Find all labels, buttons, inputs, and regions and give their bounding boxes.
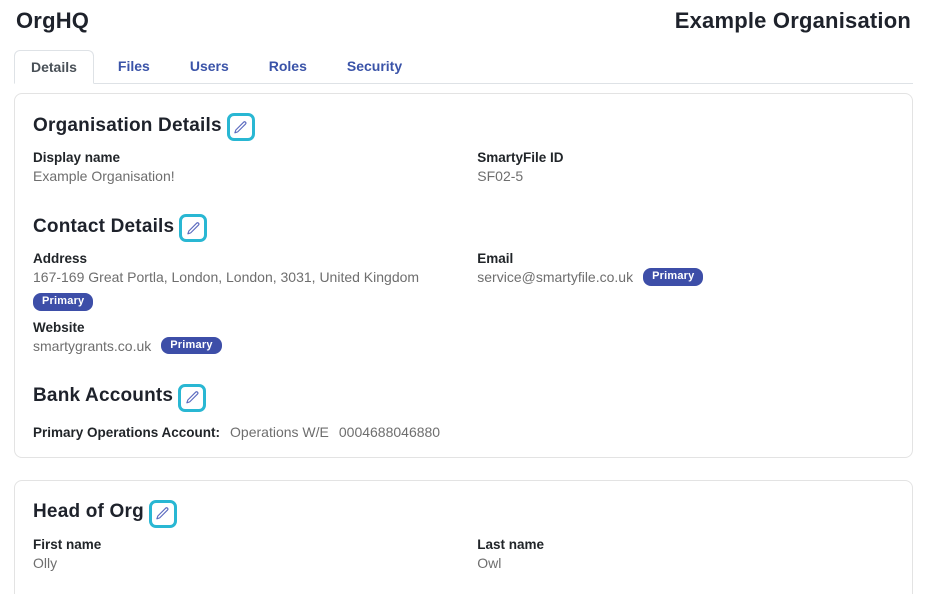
address-primary-badge: Primary	[33, 293, 93, 311]
edit-bank-accounts-button[interactable]	[178, 384, 206, 412]
smartyfile-id-label: SmartyFile ID	[477, 149, 894, 166]
email-primary-badge: Primary	[643, 268, 703, 286]
organisation-title: Example Organisation	[675, 8, 911, 34]
section-head-of-org: Head of Org First name Olly Last name	[33, 497, 894, 572]
tab-users[interactable]: Users	[174, 50, 245, 84]
display-name-value: Example Organisation!	[33, 167, 477, 185]
tab-roles[interactable]: Roles	[253, 50, 323, 84]
account-number: 0004688046880	[339, 424, 440, 440]
edit-organisation-details-button[interactable]	[227, 113, 255, 141]
tab-details[interactable]: Details	[14, 50, 94, 84]
organisation-card: Organisation Details Display name Exampl…	[14, 93, 913, 458]
email-value: service@smartyfile.co.uk	[477, 268, 633, 286]
display-name-label: Display name	[33, 149, 477, 166]
bank-accounts-heading: Bank Accounts	[33, 383, 173, 409]
last-name-label: Last name	[477, 536, 894, 553]
primary-operations-account-row: Primary Operations Account: Operations W…	[33, 424, 894, 441]
last-name-field: Last name Owl	[477, 536, 894, 572]
email-label: Email	[477, 250, 894, 267]
organisation-details-heading: Organisation Details	[33, 113, 222, 139]
app-title: OrgHQ	[16, 8, 89, 34]
first-name-field: First name Olly	[33, 536, 477, 572]
website-field: Website smartygrants.co.uk Primary	[33, 319, 477, 355]
website-value: smartygrants.co.uk	[33, 337, 151, 355]
email-field: Email service@smartyfile.co.uk Primary	[477, 250, 894, 286]
section-bank-accounts: Bank Accounts Primary Operations Account…	[33, 381, 894, 441]
section-organisation-details: Organisation Details Display name Exampl…	[33, 110, 894, 185]
tab-security[interactable]: Security	[331, 50, 418, 84]
website-primary-badge: Primary	[161, 337, 221, 355]
tab-files[interactable]: Files	[102, 50, 166, 84]
contact-details-heading: Contact Details	[33, 214, 174, 240]
primary-operations-account-label: Primary Operations Account:	[33, 424, 220, 441]
edit-head-of-org-button[interactable]	[149, 500, 177, 528]
address-value: 167-169 Great Portla, London, London, 30…	[33, 268, 477, 286]
section-contact-details: Contact Details Address 167-169 Great Po…	[33, 211, 894, 355]
contact-left-column: Address 167-169 Great Portla, London, Lo…	[33, 250, 477, 355]
pencil-icon	[186, 221, 201, 236]
pencil-icon	[185, 390, 200, 405]
tab-content: Organisation Details Display name Exampl…	[0, 93, 927, 594]
tab-bar: Details Files Users Roles Security	[14, 50, 913, 84]
pencil-icon	[233, 120, 248, 135]
address-field: Address 167-169 Great Portla, London, Lo…	[33, 250, 477, 311]
edit-contact-details-button[interactable]	[179, 214, 207, 242]
smartyfile-id-field: SmartyFile ID SF02-5	[477, 149, 894, 185]
smartyfile-id-value: SF02-5	[477, 167, 894, 185]
website-label: Website	[33, 319, 477, 336]
address-label: Address	[33, 250, 477, 267]
contact-right-column: Email service@smartyfile.co.uk Primary	[477, 250, 894, 355]
first-name-label: First name	[33, 536, 477, 553]
page-header: OrgHQ Example Organisation	[0, 0, 927, 34]
head-of-org-card: Head of Org First name Olly Last name	[14, 480, 913, 594]
pencil-icon	[155, 506, 170, 521]
first-name-value: Olly	[33, 554, 477, 572]
display-name-field: Display name Example Organisation!	[33, 149, 477, 185]
last-name-value: Owl	[477, 554, 894, 572]
head-of-org-heading: Head of Org	[33, 499, 144, 525]
page: OrgHQ Example Organisation Details Files…	[0, 0, 927, 594]
account-name: Operations W/E	[230, 424, 329, 440]
